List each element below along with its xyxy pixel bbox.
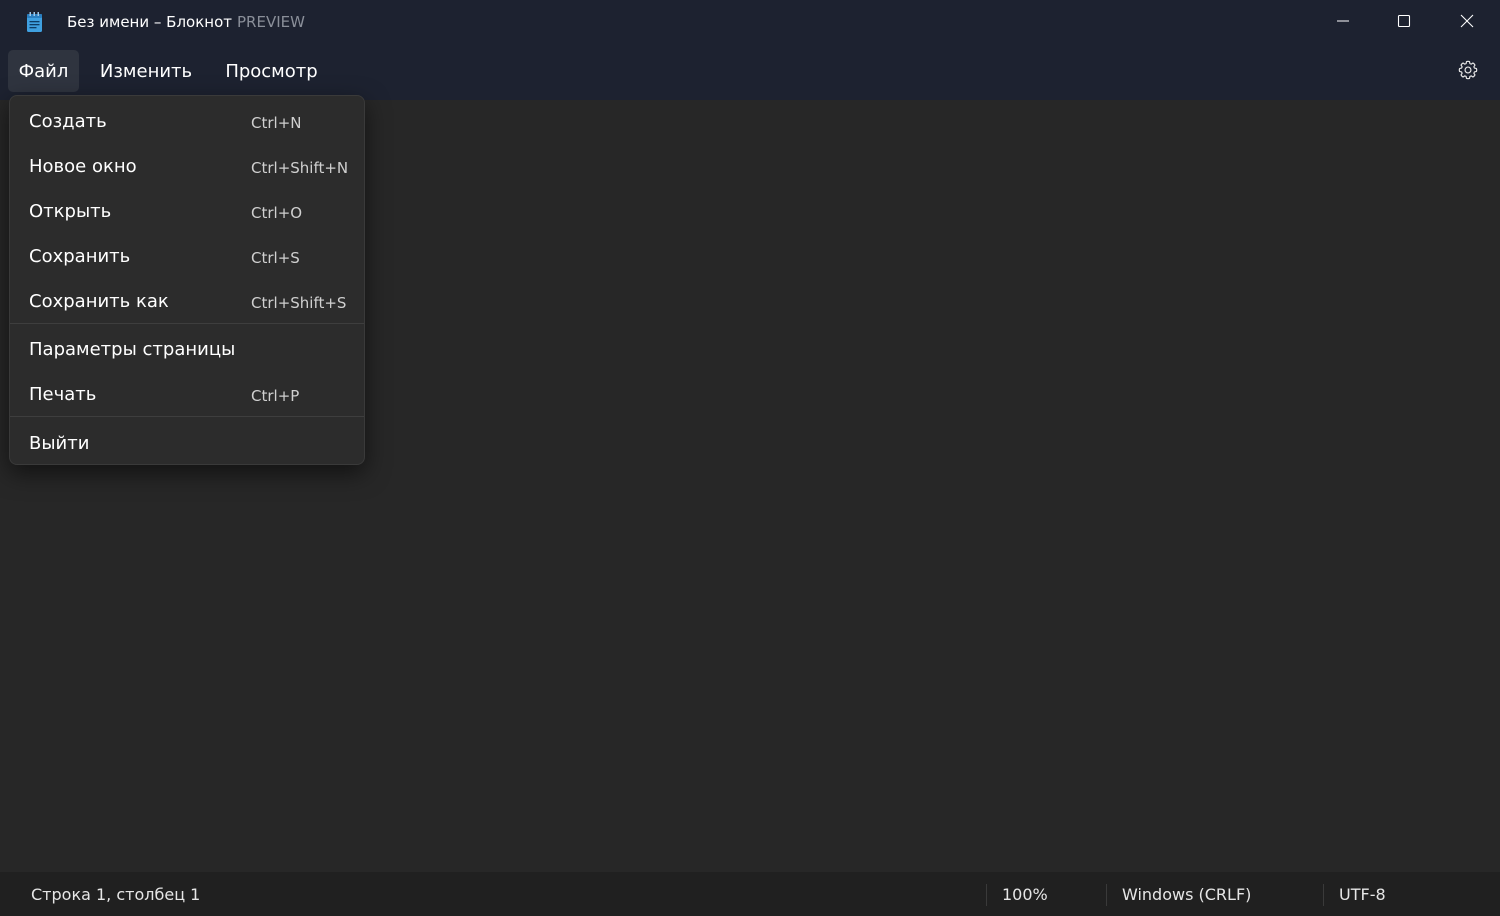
- menu-item-label: Новое окно: [29, 156, 137, 177]
- title-bar: Без имени – Блокнот PREVIEW: [0, 0, 1500, 46]
- menu-item-new[interactable]: Создать Ctrl+N: [10, 100, 364, 144]
- maximize-icon: [1397, 14, 1411, 28]
- menu-view[interactable]: Просмотр: [214, 50, 329, 92]
- status-bar: Строка 1, столбец 1 100% Windows (CRLF) …: [0, 872, 1500, 916]
- menu-item-shortcut: Ctrl+Shift+S: [251, 294, 347, 312]
- menu-item-exit[interactable]: Выйти: [10, 422, 364, 466]
- zoom-level[interactable]: 100%: [1002, 885, 1048, 904]
- menu-item-label: Выйти: [29, 433, 90, 454]
- menu-item-open[interactable]: Открыть Ctrl+O: [10, 190, 364, 234]
- window-title: Без имени – Блокнот: [67, 13, 232, 31]
- status-separator: [986, 884, 987, 906]
- menu-item-shortcut: Ctrl+O: [251, 204, 303, 222]
- menu-file[interactable]: Файл: [8, 50, 79, 92]
- menu-item-label: Параметры страницы: [29, 339, 236, 360]
- menu-item-label: Сохранить: [29, 246, 131, 267]
- menu-item-new-window[interactable]: Новое окно Ctrl+Shift+N: [10, 145, 364, 189]
- minimize-button[interactable]: [1312, 0, 1374, 42]
- settings-button[interactable]: [1450, 50, 1486, 90]
- line-ending[interactable]: Windows (CRLF): [1122, 885, 1251, 904]
- menu-item-label: Печать: [29, 384, 97, 405]
- encoding[interactable]: UTF-8: [1339, 885, 1386, 904]
- file-menu-dropdown: Создать Ctrl+N Новое окно Ctrl+Shift+N О…: [9, 95, 365, 465]
- menu-item-print[interactable]: Печать Ctrl+P: [10, 373, 364, 417]
- menu-item-shortcut: Ctrl+N: [251, 114, 302, 132]
- status-separator: [1106, 884, 1107, 906]
- notepad-icon: [27, 12, 42, 32]
- cursor-position: Строка 1, столбец 1: [31, 885, 201, 904]
- gear-icon: [1458, 60, 1478, 80]
- menu-item-shortcut: Ctrl+P: [251, 387, 300, 405]
- close-icon: [1460, 14, 1474, 28]
- preview-tag: PREVIEW: [237, 13, 305, 31]
- minimize-icon: [1337, 20, 1349, 22]
- menu-bar: Файл Изменить Просмотр: [0, 46, 1500, 100]
- menu-edit[interactable]: Изменить: [92, 50, 200, 92]
- menu-item-label: Открыть: [29, 201, 112, 222]
- menu-item-page-setup[interactable]: Параметры страницы: [10, 328, 364, 372]
- maximize-button[interactable]: [1373, 0, 1435, 42]
- notepad-window: Без имени – Блокнот PREVIEW Файл Изменит…: [0, 0, 1500, 916]
- menu-separator: [10, 416, 364, 417]
- menu-separator: [10, 323, 364, 324]
- status-separator: [1323, 884, 1324, 906]
- close-button[interactable]: [1436, 0, 1498, 42]
- menu-item-shortcut: Ctrl+Shift+N: [251, 159, 349, 177]
- menu-item-save[interactable]: Сохранить Ctrl+S: [10, 235, 364, 279]
- menu-item-label: Создать: [29, 111, 107, 132]
- menu-item-save-as[interactable]: Сохранить как Ctrl+Shift+S: [10, 280, 364, 324]
- menu-item-shortcut: Ctrl+S: [251, 249, 300, 267]
- menu-item-label: Сохранить как: [29, 291, 169, 312]
